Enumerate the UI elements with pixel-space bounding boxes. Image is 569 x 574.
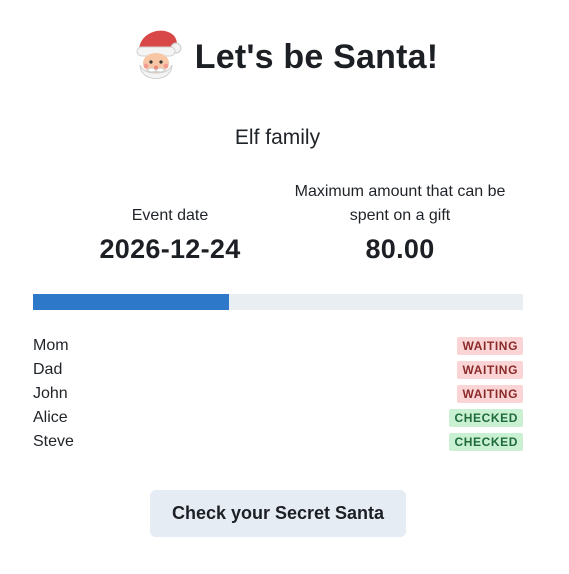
max-amount-value: 80.00 [365,234,435,264]
page-header: Let's be Santa! [0,25,569,89]
participant-row: Dad WAITING [33,358,523,382]
event-date-value: 2026-12-24 [99,234,241,264]
santa-face-icon [131,27,183,87]
participant-name: Mom [33,337,69,354]
status-badge: CHECKED [449,409,523,427]
event-date-stat: Event date 2026-12-24 [55,204,285,266]
status-badge: WAITING [457,385,523,403]
participant-name: John [33,385,68,402]
participant-row: John WAITING [33,382,523,406]
check-secret-santa-button[interactable]: Check your Secret Santa [150,490,406,537]
participant-row: Steve CHECKED [33,430,523,454]
page-title: Let's be Santa! [194,37,439,76]
participant-name: Steve [33,433,74,450]
progress-bar [33,294,523,310]
max-amount-label: Maximum amount that can be spent on a gi… [294,183,506,224]
participant-name: Alice [33,409,68,426]
max-amount-stat: Maximum amount that can be spent on a gi… [285,180,515,266]
group-name: Elf family [234,126,321,149]
event-date-label: Event date [131,207,209,224]
participant-name: Dad [33,361,63,378]
participant-list: Mom WAITING Dad WAITING John WAITING Ali… [33,334,523,454]
participant-row: Mom WAITING [33,334,523,358]
status-badge: WAITING [457,337,523,355]
status-badge: CHECKED [449,433,523,451]
progress-fill [33,294,229,310]
participant-row: Alice CHECKED [33,406,523,430]
status-badge: WAITING [457,361,523,379]
